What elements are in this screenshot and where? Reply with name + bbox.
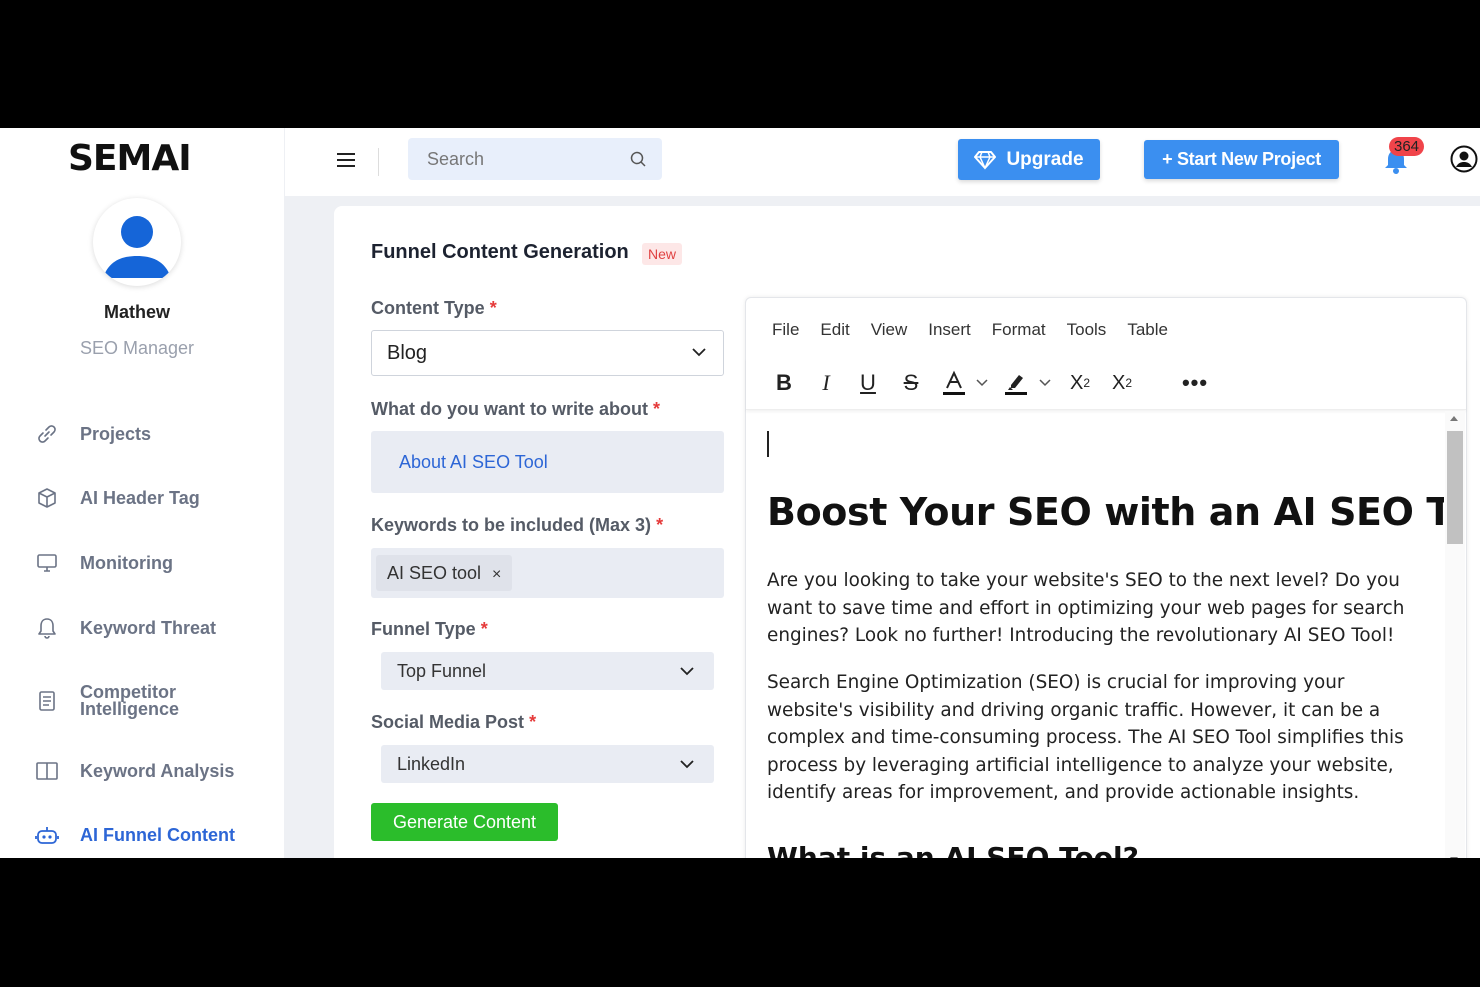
strikethrough-icon[interactable]: S: [899, 368, 923, 398]
sidebar-item-label: Competitor Intelligence: [80, 682, 180, 719]
more-options-icon[interactable]: •••: [1182, 368, 1208, 398]
generate-content-button[interactable]: Generate Content: [371, 803, 558, 841]
about-input[interactable]: About AI SEO Tool: [371, 431, 724, 493]
superscript-icon[interactable]: X2: [1108, 368, 1136, 398]
content-type-label: Content Type *: [371, 298, 497, 318]
search-box: [408, 138, 662, 180]
menu-toggle-icon[interactable]: [337, 153, 355, 169]
keyword-chip: AI SEO tool ×: [376, 555, 513, 591]
keywords-input[interactable]: AI SEO tool ×: [371, 548, 724, 598]
social-media-select[interactable]: LinkedIn: [381, 745, 714, 783]
start-new-project-button[interactable]: + Start New Project: [1144, 140, 1339, 179]
bell-icon: [38, 618, 56, 639]
sidebar-item-keyword-analysis[interactable]: Keyword Analysis: [34, 758, 234, 784]
editor-toolbar: B I U S X2 X2 •••: [746, 358, 1466, 410]
user-name: Mathew: [103, 302, 170, 322]
sidebar-item-ai-header-tag[interactable]: AI Header Tag: [34, 485, 200, 511]
about-label: What do you want to write about *: [371, 399, 661, 419]
menu-table[interactable]: Table: [1127, 320, 1168, 340]
diamond-icon: [974, 150, 997, 170]
content-heading: Boost Your SEO with an AI SEO Tool: [767, 490, 1444, 534]
scroll-up-icon[interactable]: [1450, 416, 1458, 421]
search-input[interactable]: [408, 138, 608, 180]
content-paragraph: Search Engine Optimization (SEO) is cruc…: [767, 672, 1404, 804]
top-bar: SEMAI Upgrade + Start New Project 364: [0, 128, 1480, 196]
menu-view[interactable]: View: [871, 320, 908, 340]
funnel-type-value: Top Funnel: [397, 661, 487, 681]
keywords-label: Keywords to be included (Max 3) *: [371, 515, 664, 535]
editor-menubar: File Edit View Insert Format Tools Table: [772, 320, 1189, 340]
sidebar-item-ai-funnel-content[interactable]: AI Funnel Content: [34, 822, 235, 848]
robot-icon: [35, 827, 59, 844]
sidebar-item-label: AI Funnel Content: [80, 824, 235, 845]
user-avatar-icon: [103, 216, 171, 278]
italic-icon[interactable]: I: [814, 368, 838, 398]
rich-text-editor: File Edit View Insert Format Tools Table…: [745, 297, 1467, 858]
sidebar-item-label: Projects: [80, 423, 152, 444]
social-media-value: LinkedIn: [397, 754, 466, 774]
main-card: Funnel Content Generation New Content Ty…: [334, 206, 1480, 858]
bold-icon[interactable]: B: [772, 368, 796, 398]
content-type-value: Blog: [387, 342, 428, 364]
underline-icon[interactable]: U: [856, 368, 880, 398]
monitor-icon: [37, 554, 57, 572]
text-caret: [767, 431, 769, 457]
scroll-down-icon[interactable]: [1450, 857, 1458, 858]
social-media-label: Social Media Post *: [371, 712, 537, 732]
remove-keyword-icon[interactable]: ×: [492, 566, 501, 583]
divider: [378, 148, 379, 176]
sidebar-item-competitor-intelligence[interactable]: Competitor Intelligence: [34, 682, 200, 719]
funnel-type-select[interactable]: Top Funnel: [381, 652, 714, 690]
user-role: SEO Manager: [79, 338, 195, 358]
chevron-down-icon: [680, 760, 694, 769]
sidebar-item-label: Keyword Analysis: [80, 760, 235, 781]
semai-logo[interactable]: SEMAI: [68, 138, 192, 179]
menu-edit[interactable]: Edit: [820, 320, 849, 340]
keyword-chip-label: AI SEO tool: [387, 563, 482, 583]
cube-icon: [38, 488, 56, 508]
menu-tools[interactable]: Tools: [1067, 320, 1107, 340]
chevron-down-icon: [680, 667, 694, 676]
chevron-down-icon[interactable]: [1037, 368, 1053, 398]
link-icon: [38, 425, 56, 443]
subscript-icon[interactable]: X2: [1066, 368, 1094, 398]
upgrade-label: Upgrade: [1006, 148, 1084, 170]
editor-scrollbar[interactable]: [1445, 411, 1465, 858]
text-color-icon[interactable]: [940, 368, 968, 398]
document-icon: [39, 691, 55, 711]
upgrade-button[interactable]: Upgrade: [958, 139, 1100, 180]
content-type-select[interactable]: Blog: [371, 330, 724, 376]
page-title: Funnel Content Generation: [371, 241, 629, 263]
menu-file[interactable]: File: [772, 320, 799, 340]
new-badge: New: [642, 243, 683, 265]
user-account-icon[interactable]: [1450, 145, 1478, 173]
sidebar-item-label: Keyword Threat: [80, 617, 217, 638]
columns-icon: [36, 762, 58, 780]
sidebar-item-keyword-threat[interactable]: Keyword Threat: [34, 615, 216, 641]
chevron-down-icon[interactable]: [974, 368, 990, 398]
sidebar: Mathew SEO Manager Projects AI Header Ta…: [0, 196, 284, 858]
app-window: SEMAI Upgrade + Start New Project 364 Ma…: [0, 128, 1480, 858]
notification-count-badge: 364: [1389, 137, 1425, 156]
content-subheading: What is an AI SEO Tool?: [767, 841, 1139, 858]
menu-insert[interactable]: Insert: [928, 320, 971, 340]
scrollbar-thumb[interactable]: [1447, 431, 1463, 544]
content-paragraph: Are you looking to take your website's S…: [767, 570, 1405, 647]
highlight-color-icon[interactable]: [1002, 368, 1030, 398]
editor-content[interactable]: Boost Your SEO with an AI SEO Tool Are y…: [746, 411, 1444, 858]
search-icon[interactable]: [630, 151, 646, 167]
sidebar-item-monitoring[interactable]: Monitoring: [34, 550, 173, 576]
logo-area: SEMAI: [0, 128, 284, 196]
funnel-type-label: Funnel Type *: [371, 619, 488, 639]
sidebar-item-label: Monitoring: [80, 552, 173, 573]
avatar[interactable]: [93, 198, 181, 286]
sidebar-item-projects[interactable]: Projects: [34, 421, 151, 447]
menu-format[interactable]: Format: [992, 320, 1046, 340]
chevron-down-icon: [692, 348, 706, 357]
sidebar-item-label: AI Header Tag: [80, 487, 200, 508]
